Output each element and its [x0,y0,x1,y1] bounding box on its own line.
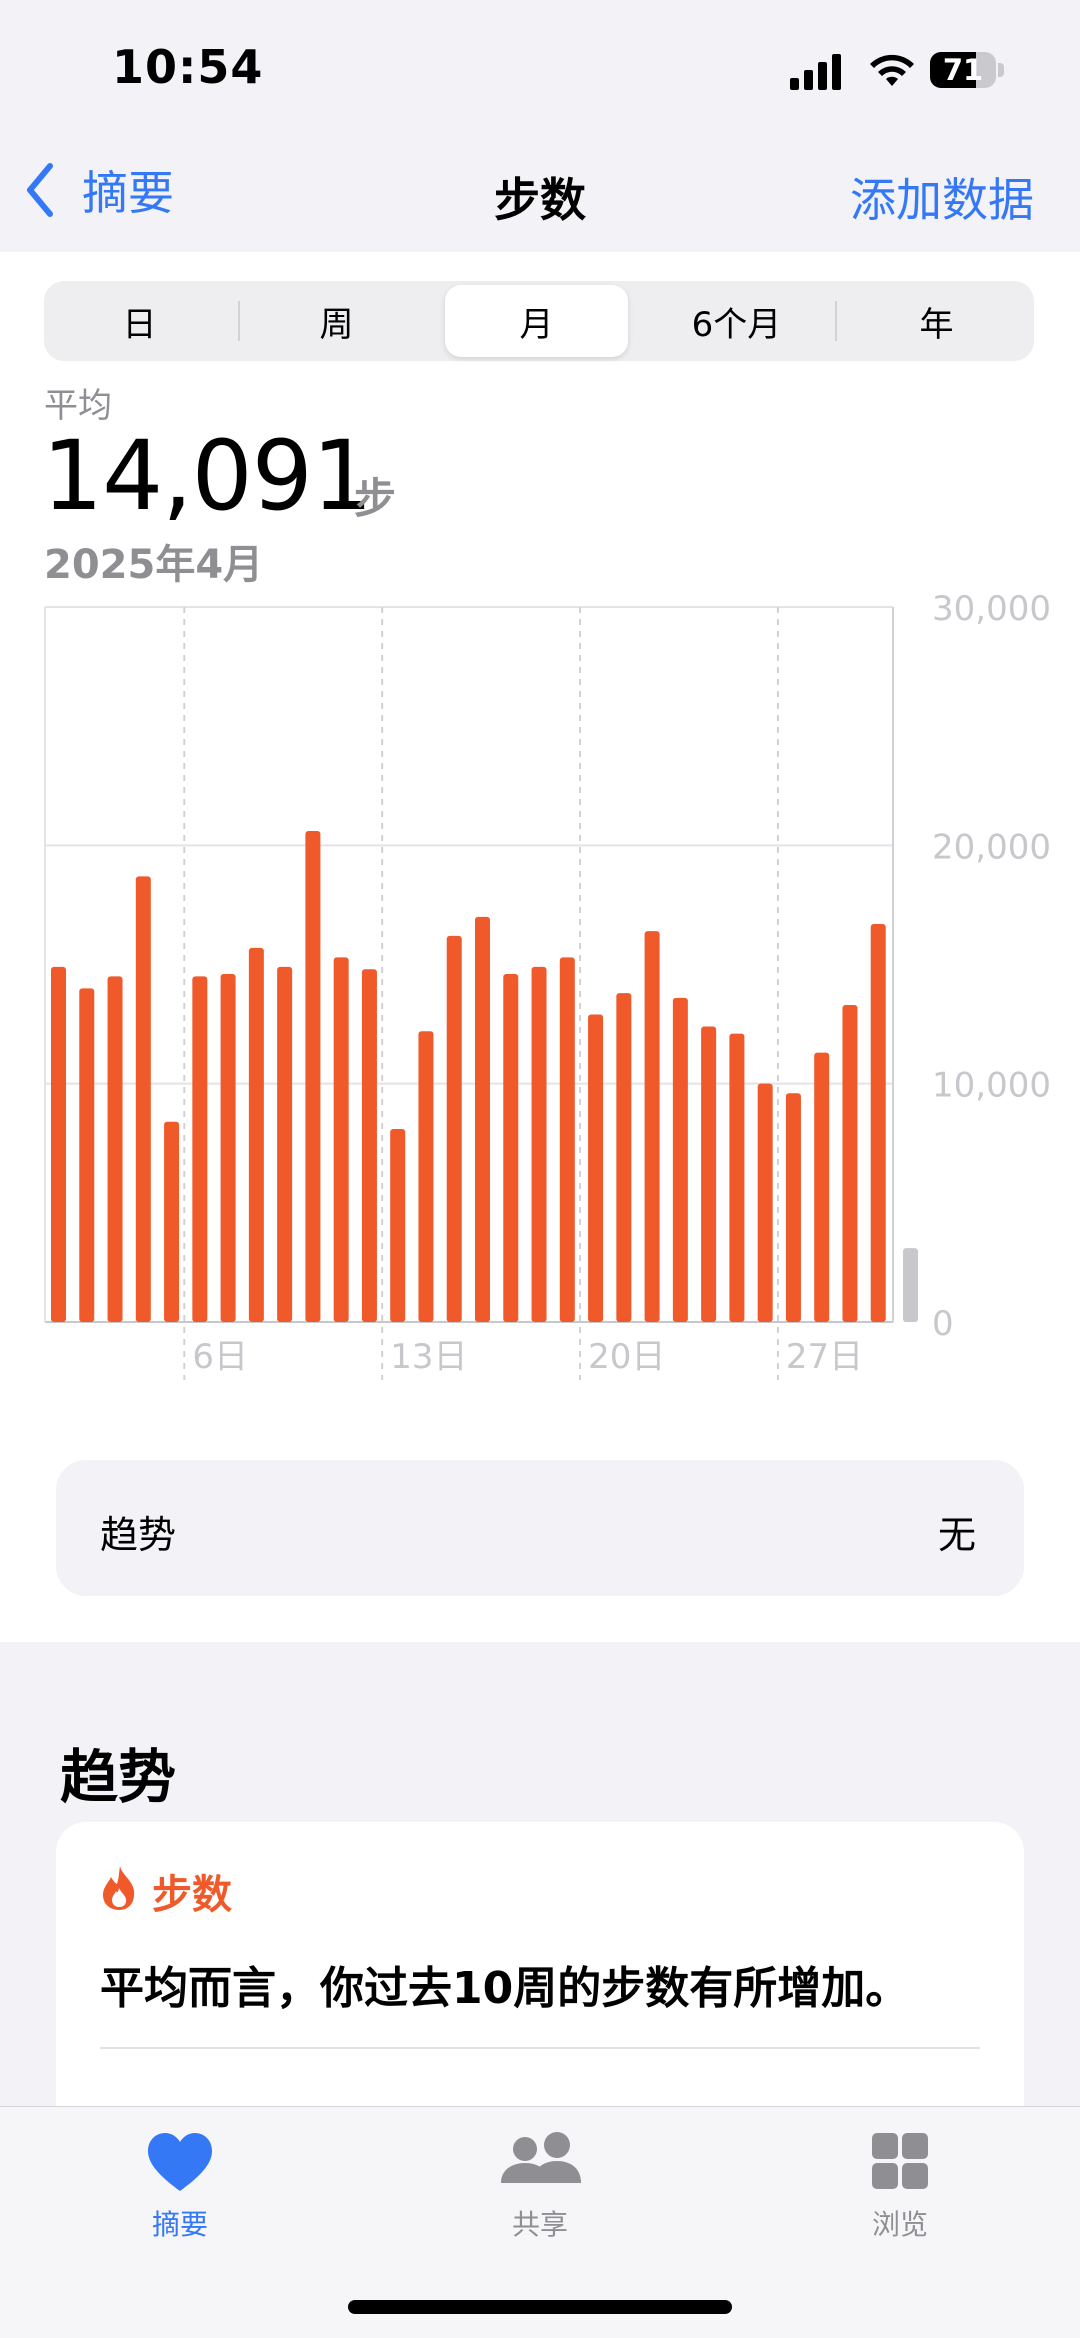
flame-icon [103,1866,135,1910]
bar-day-29 [842,1005,858,1322]
x-tick-label: 13日 [390,1337,467,1377]
trends-heading: 趋势 [60,1743,177,1811]
bar-day-17 [503,974,519,1322]
segment-day[interactable]: 日 [48,285,231,357]
bar-day-30 [870,923,886,1322]
home-indicator [348,2300,732,2314]
wifi-icon [870,54,914,86]
bar-day-3 [107,976,123,1322]
segment-six-months[interactable]: 6个月 [645,285,828,357]
bar-day-27 [785,1093,801,1322]
bar-day-13 [390,1128,406,1322]
trend-row-label: 趋势 [100,1513,177,1557]
bar-day-9 [277,966,293,1322]
tab-summary[interactable]: 摘要 [60,2127,300,2243]
grid-icon [872,2133,928,2189]
tab-browse-label: 浏览 [871,2208,928,2241]
tab-summary-label: 摘要 [151,2208,208,2241]
date-range: 2025年4月 [44,542,264,588]
people-icon [501,2132,581,2183]
x-tick-label: 20日 [588,1337,665,1377]
trend-row[interactable]: 趋势 无 [56,1460,1024,1596]
trend-card-title: 步数 [152,1872,232,1918]
x-tick-label: 6日 [192,1337,248,1377]
status-time: 10:54 [112,40,264,94]
bar-day-23 [672,997,688,1322]
bar-day-2 [79,988,95,1322]
battery-icon: 71 [930,52,1004,88]
segment-divider [238,301,240,341]
bar-day-16 [475,916,490,1322]
bar-day-25 [729,1033,745,1322]
segment-year[interactable]: 年 [845,285,1028,357]
steps-bar-chart[interactable]: 30,000 20,000 10,000 0 6日 13日 20日 27日 [0,590,1080,1390]
average-value: 14,091 [42,420,373,532]
bar-day-28 [814,1052,830,1322]
divider [100,2047,980,2049]
bar-day-19 [559,957,575,1322]
segment-month[interactable]: 月 [445,285,628,357]
heart-icon [148,2133,212,2191]
bar-day-5 [164,1121,180,1322]
trend-row-value: 无 [937,1513,976,1557]
x-tick-label: 27日 [786,1337,863,1377]
bar-day-7 [220,974,236,1322]
bar-day-20 [588,1014,604,1322]
bar-day-15 [446,935,462,1322]
bar-day-22 [644,931,660,1322]
bar-day-8 [248,947,264,1322]
battery-level: 71 [942,53,984,87]
bar-day-26 [757,1083,773,1322]
average-unit: 步 [354,474,397,523]
y-tick-label: 20,000 [932,827,1051,867]
bar-day-12 [361,969,377,1322]
cellular-signal-icon [790,52,842,90]
bar-day-21 [616,993,632,1322]
y-tick-label: 0 [932,1304,954,1344]
y-tick-label: 10,000 [932,1066,1051,1106]
bar-day-4 [135,876,151,1322]
segment-week[interactable]: 周 [245,285,428,357]
tab-sharing[interactable]: 共享 [420,2127,660,2243]
add-data-button[interactable]: 添加数据 [850,164,1034,230]
bar-day-14 [418,1031,434,1322]
period-segmented-control[interactable]: 日 周 月 6个月 年 [44,281,1034,361]
tab-browse[interactable]: 浏览 [780,2127,1020,2243]
bar-day-11 [333,957,349,1322]
bar-day-1 [51,966,66,1322]
y-tick-label: 30,000 [932,590,1051,629]
bar-day-24 [701,1026,717,1322]
bar-day-10 [305,831,321,1322]
bar-pending [903,1248,918,1322]
trend-card-text: 平均而言，你过去10周的步数有所增加。 [100,1963,910,2014]
segment-divider [835,301,837,341]
bar-day-6 [192,976,208,1322]
bar-day-18 [531,966,547,1322]
tab-sharing-label: 共享 [511,2208,568,2241]
